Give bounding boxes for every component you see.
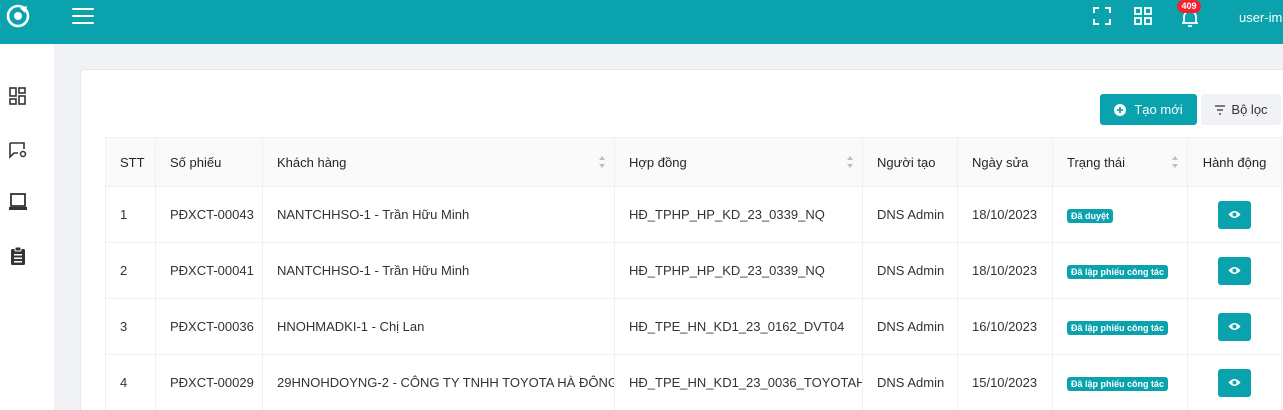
cell-stt: 2	[105, 242, 156, 299]
cell-nguoi-tao: DNS Admin	[862, 242, 958, 299]
column-header-label: Khách hàng	[277, 154, 347, 170]
eye-icon	[1228, 323, 1241, 330]
sort-icon[interactable]	[846, 155, 854, 169]
status-badge: Đã lập phiếu công tác	[1067, 376, 1169, 391]
column-header-label: Hợp đồng	[629, 154, 687, 170]
cell-hop-dong: HĐ_TPE_HN_KD1_23_0036_TOYOTAHĐ	[614, 354, 863, 410]
cell-hanh-dong	[1187, 298, 1282, 355]
table-row: 4 PĐXCT-00029 29HNOHDOYNG-2 - CÔNG TY TN…	[105, 354, 1282, 410]
status-badge: Đã duyệt	[1067, 208, 1114, 223]
cell-hanh-dong	[1187, 354, 1282, 410]
column-header-so-phieu: Số phiếu	[155, 137, 263, 187]
top-bar: 409 user-im	[0, 0, 1283, 44]
cell-hop-dong: HĐ_TPE_HN_KD1_23_0162_DVT04	[614, 298, 863, 355]
cell-khach-hang: NANTCHHSO-1 - Trần Hữu Minh	[262, 242, 615, 299]
fullscreen-icon[interactable]	[1092, 6, 1112, 26]
clipboard-icon[interactable]	[8, 246, 28, 266]
apps-grid-icon[interactable]	[1133, 6, 1153, 26]
cell-khach-hang: NANTCHHSO-1 - Trần Hữu Minh	[262, 186, 615, 243]
cell-ngay-sua: 15/10/2023	[957, 354, 1053, 410]
cell-trang-thai: Đã lập phiếu công tác	[1052, 354, 1188, 410]
cell-stt: 1	[105, 186, 156, 243]
eye-icon	[1228, 267, 1241, 274]
column-header-label: Trạng thái	[1067, 154, 1126, 170]
filter-label: Bộ lọc	[1231, 102, 1268, 117]
view-button[interactable]	[1218, 312, 1251, 341]
column-header-hanh-dong: Hành động	[1187, 137, 1282, 187]
table-row: 3 PĐXCT-00036 HNOHMADKI-1 - Chị Lan HĐ_T…	[105, 298, 1282, 355]
cell-nguoi-tao: DNS Admin	[862, 354, 958, 410]
create-new-label: Tạo mới	[1134, 102, 1183, 117]
view-button[interactable]	[1218, 200, 1251, 229]
cell-so-phieu: PĐXCT-00036	[155, 298, 263, 355]
plus-circle-icon	[1114, 103, 1127, 116]
dashboard-icon[interactable]	[8, 86, 28, 106]
hamburger-menu-icon[interactable]	[72, 8, 94, 26]
user-name[interactable]: user-im	[1239, 10, 1282, 25]
column-header-ngay-sua: Ngày sửa	[957, 137, 1053, 187]
column-header-trang-thai[interactable]: Trạng thái	[1052, 137, 1188, 187]
status-badge: Đã lập phiếu công tác	[1067, 320, 1169, 335]
cell-trang-thai: Đã lập phiếu công tác	[1052, 242, 1188, 299]
eye-icon	[1228, 379, 1241, 386]
cell-so-phieu: PĐXCT-00029	[155, 354, 263, 410]
cell-so-phieu: PĐXCT-00043	[155, 186, 263, 243]
cell-hanh-dong	[1187, 186, 1282, 243]
cell-stt: 3	[105, 298, 156, 355]
column-header-stt: STT	[105, 137, 156, 187]
cell-trang-thai: Đã duyệt	[1052, 186, 1188, 243]
sort-icon[interactable]	[1171, 155, 1179, 169]
cell-nguoi-tao: DNS Admin	[862, 298, 958, 355]
view-button[interactable]	[1218, 256, 1251, 285]
table-row: 2 PĐXCT-00041 NANTCHHSO-1 - Trần Hữu Min…	[105, 242, 1282, 299]
column-header-khach-hang[interactable]: Khách hàng	[262, 137, 615, 187]
filter-button[interactable]: Bộ lọc	[1201, 94, 1281, 125]
filter-icon	[1215, 104, 1226, 115]
message-settings-icon[interactable]	[8, 140, 28, 160]
sidebar	[0, 44, 54, 410]
cell-ngay-sua: 18/10/2023	[957, 242, 1053, 299]
cell-khach-hang: 29HNOHDOYNG-2 - CÔNG TY TNHH TOYOTA HÀ Đ…	[262, 354, 615, 410]
records-table: STT Số phiếu Khách hàng Hợp đồng Người t…	[105, 137, 1282, 410]
table-header-row: STT Số phiếu Khách hàng Hợp đồng Người t…	[105, 137, 1282, 187]
cell-stt: 4	[105, 354, 156, 410]
cell-khach-hang: HNOHMADKI-1 - Chị Lan	[262, 298, 615, 355]
cell-nguoi-tao: DNS Admin	[862, 186, 958, 243]
laptop-icon[interactable]	[8, 192, 28, 212]
target-logo-icon[interactable]	[6, 4, 30, 28]
cell-so-phieu: PĐXCT-00041	[155, 242, 263, 299]
cell-ngay-sua: 18/10/2023	[957, 186, 1053, 243]
column-header-nguoi-tao: Người tạo	[862, 137, 958, 187]
column-header-hop-dong[interactable]: Hợp đồng	[614, 137, 863, 187]
cell-hop-dong: HĐ_TPHP_HP_KD_23_0339_NQ	[614, 186, 863, 243]
cell-trang-thai: Đã lập phiếu công tác	[1052, 298, 1188, 355]
cell-hanh-dong	[1187, 242, 1282, 299]
eye-icon	[1228, 211, 1241, 218]
table-row: 1 PĐXCT-00043 NANTCHHSO-1 - Trần Hữu Min…	[105, 186, 1282, 243]
notification-badge: 409	[1177, 0, 1201, 13]
create-new-button[interactable]: Tạo mới	[1100, 94, 1197, 125]
cell-ngay-sua: 16/10/2023	[957, 298, 1053, 355]
sort-icon[interactable]	[598, 155, 606, 169]
view-button[interactable]	[1218, 368, 1251, 397]
status-badge: Đã lập phiếu công tác	[1067, 264, 1169, 279]
cell-hop-dong: HĐ_TPHP_HP_KD_23_0339_NQ	[614, 242, 863, 299]
